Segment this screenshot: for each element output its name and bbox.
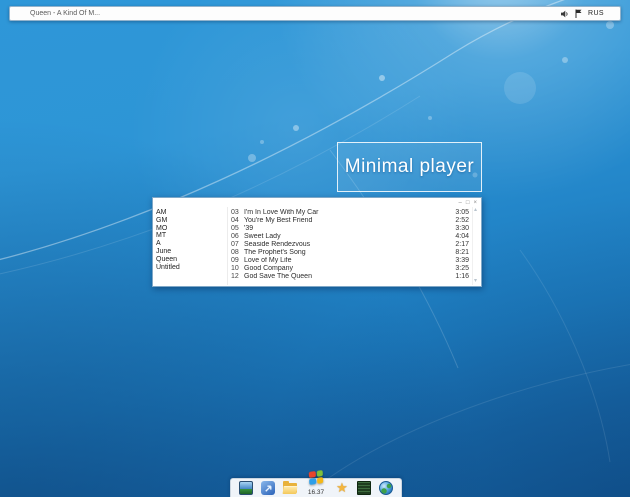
- player-top-bar[interactable]: Queen - A Kind Of M... RUS: [9, 6, 621, 21]
- language-indicator[interactable]: RUS: [588, 10, 604, 17]
- close-icon[interactable]: ×: [473, 200, 477, 206]
- track-row[interactable]: 10 Good Company 3:25: [228, 265, 472, 273]
- now-playing-title: Queen - A Kind Of M...: [30, 10, 100, 17]
- track-title: Love of My Life: [244, 257, 455, 265]
- track-title: God Save The Queen: [244, 273, 455, 281]
- minimal-player-label: Minimal player: [337, 142, 482, 192]
- track-title: '39: [244, 225, 455, 233]
- track-row[interactable]: 03 I'm In Love With My Car 3:05: [228, 209, 472, 217]
- topbar-tray: RUS: [560, 9, 604, 18]
- taskbar-dock: 16.37 ★: [230, 478, 402, 497]
- track-number: 07: [231, 241, 244, 249]
- playlist-window[interactable]: – □ × AM GM MO MT A June Queen: [152, 197, 482, 287]
- desktop: Queen - A Kind Of M... RUS Minimal playe…: [0, 0, 630, 497]
- scroll-down-icon[interactable]: ▾: [474, 278, 477, 284]
- track-duration: 2:52: [455, 217, 469, 225]
- playlist-titlebar[interactable]: – □ ×: [153, 198, 481, 207]
- artist-item[interactable]: MO: [156, 225, 227, 233]
- track-number: 03: [231, 209, 244, 217]
- minimal-player-text: Minimal player: [345, 156, 474, 178]
- track-list: 03 I'm In Love With My Car 3:05 04 You'r…: [227, 207, 472, 285]
- clock: 16.37: [305, 489, 327, 496]
- artist-item[interactable]: GM: [156, 217, 227, 225]
- track-row[interactable]: 06 Sweet Lady 4:04: [228, 233, 472, 241]
- globe-icon[interactable]: [379, 481, 393, 495]
- terminal-icon[interactable]: [357, 481, 371, 495]
- artist-item[interactable]: MT: [156, 232, 227, 240]
- track-number: 08: [231, 249, 244, 257]
- track-row[interactable]: 09 Love of My Life 3:39: [228, 257, 472, 265]
- track-duration: 2:17: [455, 241, 469, 249]
- maximize-icon[interactable]: □: [466, 200, 470, 206]
- track-title: Sweet Lady: [244, 233, 455, 241]
- track-duration: 3:39: [455, 257, 469, 265]
- track-row[interactable]: 12 God Save The Queen 1:16: [228, 273, 472, 281]
- shortcut-arrow-icon[interactable]: [261, 481, 275, 495]
- track-row[interactable]: 07 Seaside Rendezvous 2:17: [228, 241, 472, 249]
- track-row[interactable]: 05 '39 3:30: [228, 225, 472, 233]
- track-number: 10: [231, 265, 244, 273]
- artist-list: AM GM MO MT A June Queen Untitled: [153, 207, 227, 285]
- volume-icon[interactable]: [560, 10, 569, 18]
- artist-item[interactable]: Untitled: [156, 264, 227, 272]
- track-number: 12: [231, 273, 244, 281]
- scrollbar[interactable]: ▴ ▾: [472, 207, 481, 285]
- track-row[interactable]: 04 You're My Best Friend 2:52: [228, 217, 472, 225]
- track-duration: 3:30: [455, 225, 469, 233]
- track-number: 06: [231, 233, 244, 241]
- scroll-up-icon[interactable]: ▴: [474, 207, 477, 213]
- track-duration: 1:16: [455, 273, 469, 281]
- star-icon[interactable]: ★: [335, 481, 349, 495]
- track-duration: 4:04: [455, 233, 469, 241]
- track-number: 09: [231, 257, 244, 265]
- track-title: The Prophet's Song: [244, 249, 455, 257]
- folder-icon[interactable]: [283, 481, 297, 495]
- artist-item[interactable]: A: [156, 240, 227, 248]
- language-flag-icon[interactable]: [575, 9, 582, 18]
- track-duration: 8:21: [455, 249, 469, 257]
- minimize-icon[interactable]: –: [459, 200, 462, 206]
- track-title: I'm In Love With My Car: [244, 209, 455, 217]
- track-row[interactable]: 08 The Prophet's Song 8:21: [228, 249, 472, 257]
- track-title: Good Company: [244, 265, 455, 273]
- windows-flag-icon[interactable]: [309, 470, 324, 485]
- windows-start-icon[interactable]: 16.37: [305, 480, 327, 496]
- artist-item[interactable]: Queen: [156, 256, 227, 264]
- artist-item[interactable]: June: [156, 248, 227, 256]
- playlist-body: AM GM MO MT A June Queen Untitled: [153, 207, 481, 285]
- track-title: You're My Best Friend: [244, 217, 455, 225]
- track-duration: 3:05: [455, 209, 469, 217]
- track-number: 04: [231, 217, 244, 225]
- media-player-icon[interactable]: [239, 481, 253, 495]
- track-title: Seaside Rendezvous: [244, 241, 455, 249]
- track-number: 05: [231, 225, 244, 233]
- track-duration: 3:25: [455, 265, 469, 273]
- artist-item[interactable]: AM: [156, 209, 227, 217]
